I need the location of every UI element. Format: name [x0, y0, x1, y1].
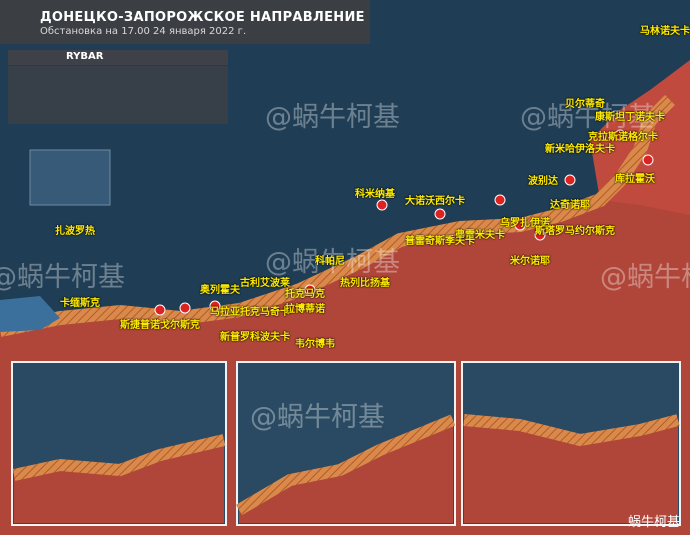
label-tokmak: 托克马克 [285, 289, 325, 300]
label-gulyaipole: 古利艾波莱 [240, 278, 290, 289]
label-prechistovka: 普雷奇斯季夫卡 [405, 236, 475, 247]
label-malinovka: 马林诺夫卡 [640, 26, 690, 37]
label-zherebyanki: 热列比扬基 [340, 278, 390, 289]
label-mirnoe: 米尔诺耶 [510, 256, 550, 267]
label-velyka-novoselka: 大诺沃西尔卡 [405, 196, 465, 207]
label-komarivka: 科米纳基 [355, 189, 395, 200]
map-stage: ДОНЕЦКО-ЗАПОРОЖСКОЕ НАПРАВЛЕНИЕ Обстанов… [0, 0, 690, 535]
label-kopani: 科帕尼 [315, 256, 345, 267]
legend [8, 66, 228, 124]
label-novomikhailovka: 新米哈伊洛夫卡 [545, 144, 615, 155]
label-stepnogorsk: 斯捷普诺戈尔斯克 [120, 320, 200, 331]
title-line-2: Обстановка на 17.00 24 января 2022 г. [40, 26, 247, 37]
label-orekhov: 奥列霍夫 [200, 285, 240, 296]
label-konstantinovka: 康斯坦丁诺夫卡 [595, 112, 665, 123]
label-verbove: 韦尔博韦 [295, 339, 335, 350]
watermark-top: @蜗牛柯基 [265, 102, 400, 133]
title-line-1: ДОНЕЦКО-ЗАПОРОЖСКОЕ НАПРАВЛЕНИЕ [40, 10, 365, 25]
label-pobeda: 波别达 [528, 176, 558, 187]
label-novoprokopovka: 新普罗科波夫卡 [220, 332, 290, 343]
footer-brand: 蜗牛柯基 [627, 515, 680, 530]
label-kurakhovo: 库拉霍沃 [615, 174, 655, 185]
label-malaya-tokmachka: 马拉亚托克马奇卡 [210, 307, 290, 318]
overview-inset [29, 149, 111, 206]
watermark-right: @蜗牛柯基 [600, 262, 690, 293]
brand-bar: RYBAR [8, 50, 228, 65]
watermark-inset: @蜗牛柯基 [250, 402, 385, 433]
label-rabotino: 拉博蒂诺 [285, 304, 325, 315]
label-zaporizhzhia: 扎波罗热 [55, 226, 95, 237]
label-dachnoye: 达奇诺耶 [550, 200, 590, 211]
brand-name: RYBAR [66, 51, 104, 62]
watermark-left: @蜗牛柯基 [0, 262, 125, 293]
label-staromayorske: 斯塔罗马约尔斯克 [535, 226, 615, 237]
title-block: ДОНЕЦКО-ЗАПОРОЖСКОЕ НАПРАВЛЕНИЕ Обстанов… [0, 0, 370, 44]
label-kamianske: 卡缅斯克 [60, 298, 100, 309]
